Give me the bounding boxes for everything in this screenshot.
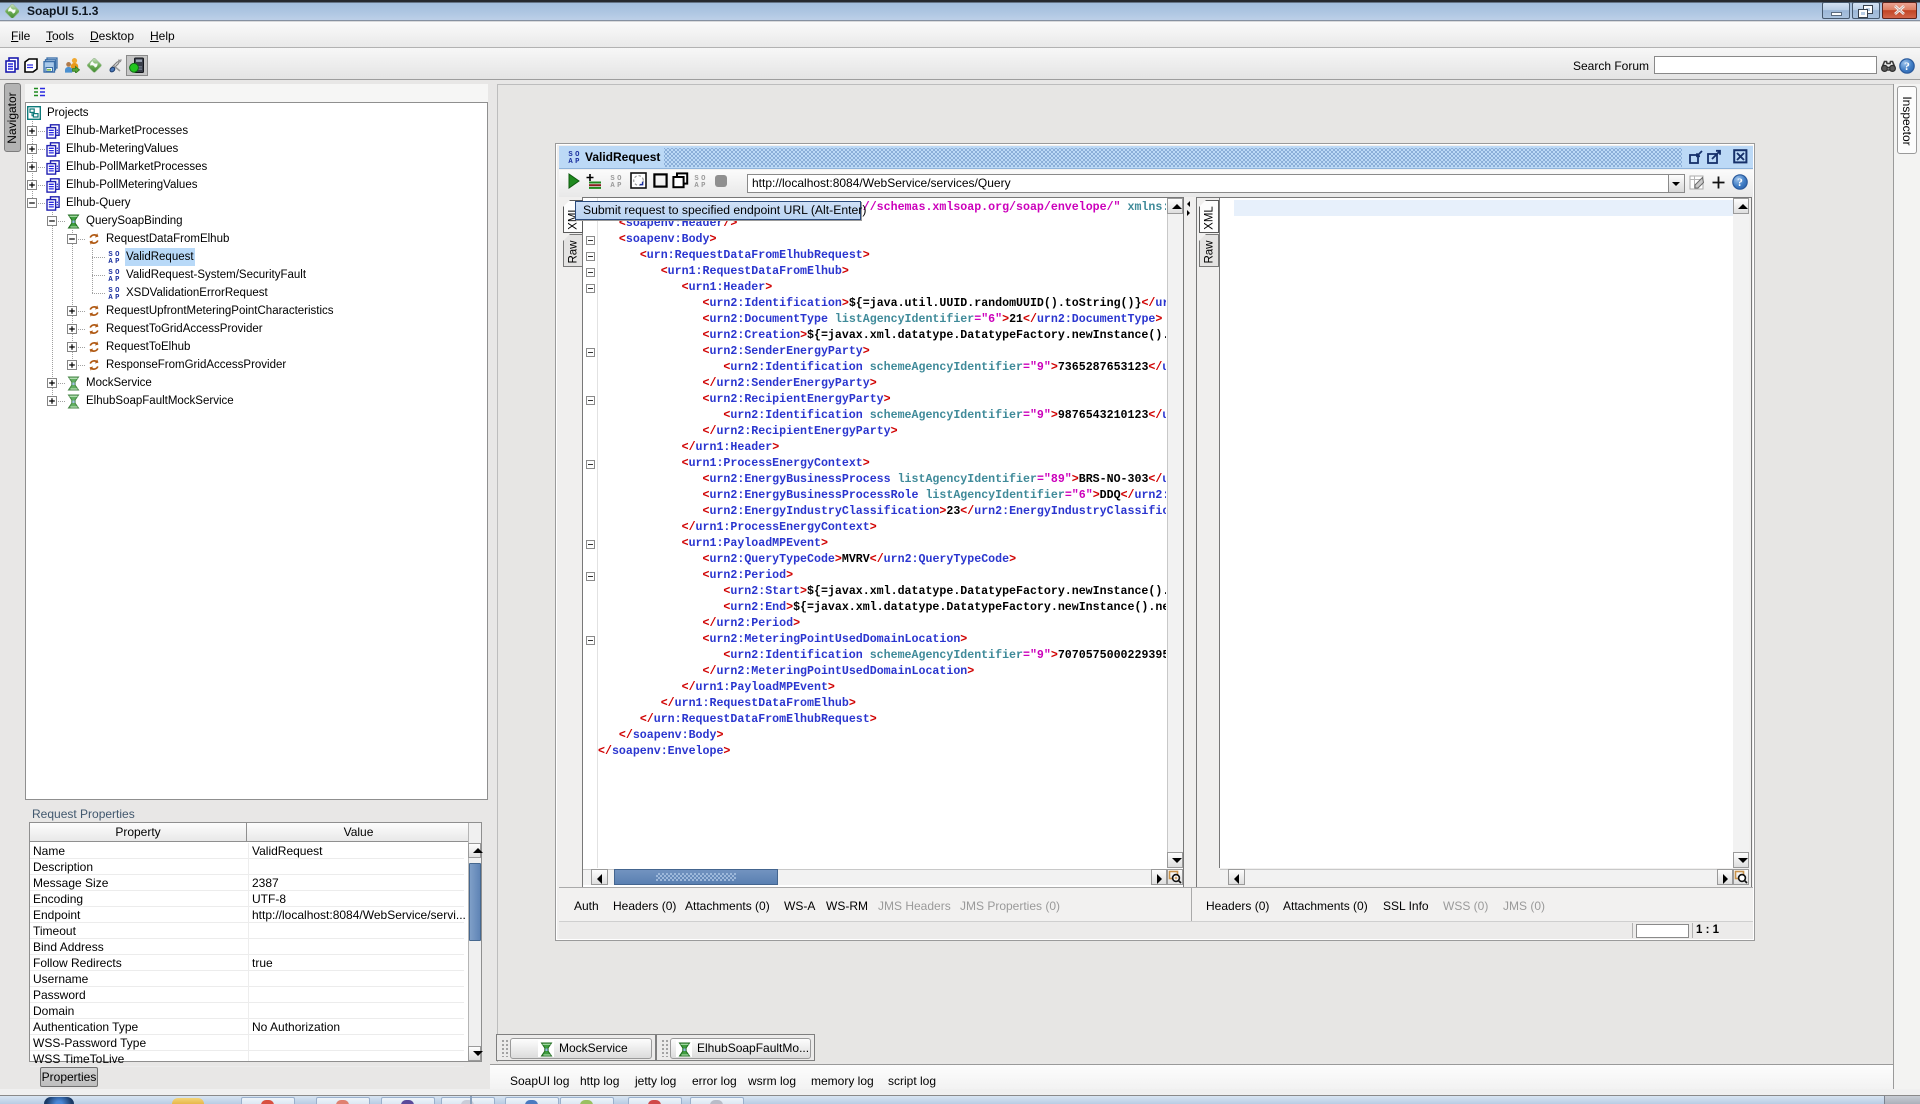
svg-text:AP: AP [108, 276, 120, 282]
svg-text:AP: AP [108, 258, 120, 264]
svg-text:AP: AP [108, 294, 120, 300]
svg-text:AP: AP [568, 158, 580, 164]
svg-text:AP: AP [610, 182, 622, 188]
svg-text:?: ? [1904, 61, 1910, 73]
svg-text:?: ? [1737, 177, 1743, 189]
svg-text:AP: AP [694, 182, 706, 188]
